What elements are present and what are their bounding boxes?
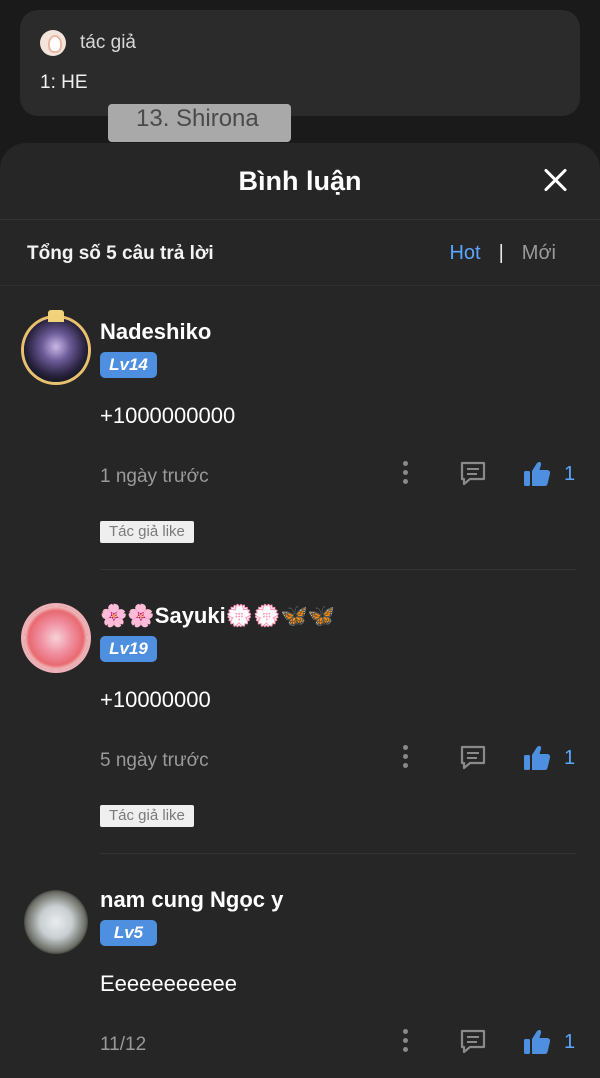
thumbs-up-icon xyxy=(524,461,551,486)
author-label: tác giả xyxy=(80,32,136,53)
comment-username[interactable]: nam cung Ngọc y xyxy=(100,887,283,913)
sheet-title: Bình luận xyxy=(238,166,362,196)
author-note-card: tác giả 1: HE xyxy=(20,10,580,116)
more-vertical-icon[interactable] xyxy=(398,1029,412,1055)
like-count: 1 xyxy=(564,746,576,769)
comments-sheet: Bình luận Tổng số 5 câu trả lời Hot | Mớ… xyxy=(0,143,600,1078)
author-note-text: 1: HE xyxy=(40,72,88,93)
comment-time: 5 ngày trước xyxy=(100,750,209,771)
sort-tabs: Hot | Mới xyxy=(449,242,556,265)
author-avatar xyxy=(40,30,66,56)
sort-hot-tab[interactable]: Hot xyxy=(449,242,480,265)
comment-icon[interactable] xyxy=(458,459,488,487)
like-button[interactable]: 1 xyxy=(523,745,575,771)
more-vertical-icon[interactable] xyxy=(398,745,412,771)
comment-item: nam cung Ngọc y Lv5 Eeeeeeeeeee 11/12 1 xyxy=(0,854,600,1078)
like-count: 1 xyxy=(564,1030,576,1053)
chapter-pill[interactable]: 13. Shirona xyxy=(108,104,291,142)
sheet-header: Bình luận xyxy=(0,143,600,220)
comment-item: Nadeshiko Lv14 +1000000000 1 ngày trước … xyxy=(0,286,600,570)
thumbs-up-icon xyxy=(524,1029,551,1054)
comment-time: 11/12 xyxy=(100,1034,147,1055)
reply-count-text: Tổng số 5 câu trả lời xyxy=(27,243,214,264)
author-row: tác giả xyxy=(40,30,136,56)
author-like-badge: Tác giả like xyxy=(100,521,194,543)
avatar[interactable] xyxy=(24,890,88,954)
comment-username[interactable]: 🌸🌸Sayuki💮💮🦋🦋 xyxy=(100,603,335,629)
comment-text: +1000000000 xyxy=(100,403,236,428)
sort-new-tab[interactable]: Mới xyxy=(522,242,556,265)
like-button[interactable]: 1 xyxy=(523,1029,575,1055)
level-badge: Lv19 xyxy=(100,636,157,662)
thumbs-up-icon xyxy=(524,745,551,770)
comment-item: 🌸🌸Sayuki💮💮🦋🦋 Lv19 +10000000 5 ngày trước… xyxy=(0,570,600,854)
summary-bar: Tổng số 5 câu trả lời Hot | Mới xyxy=(0,220,600,286)
more-vertical-icon[interactable] xyxy=(398,461,412,487)
comment-username[interactable]: Nadeshiko xyxy=(100,319,211,345)
close-icon[interactable] xyxy=(542,167,568,193)
level-badge: Lv14 xyxy=(100,352,157,378)
level-badge: Lv5 xyxy=(100,920,157,946)
comment-icon[interactable] xyxy=(458,1027,488,1055)
comment-icon[interactable] xyxy=(458,743,488,771)
author-like-badge: Tác giả like xyxy=(100,805,194,827)
comment-time: 1 ngày trước xyxy=(100,466,209,487)
avatar[interactable] xyxy=(24,606,88,670)
comment-text: +10000000 xyxy=(100,687,211,712)
like-count: 1 xyxy=(564,462,576,485)
like-button[interactable]: 1 xyxy=(523,461,575,487)
comment-text: Eeeeeeeeeee xyxy=(100,971,238,996)
sort-separator: | xyxy=(498,242,504,264)
avatar[interactable] xyxy=(24,310,88,382)
